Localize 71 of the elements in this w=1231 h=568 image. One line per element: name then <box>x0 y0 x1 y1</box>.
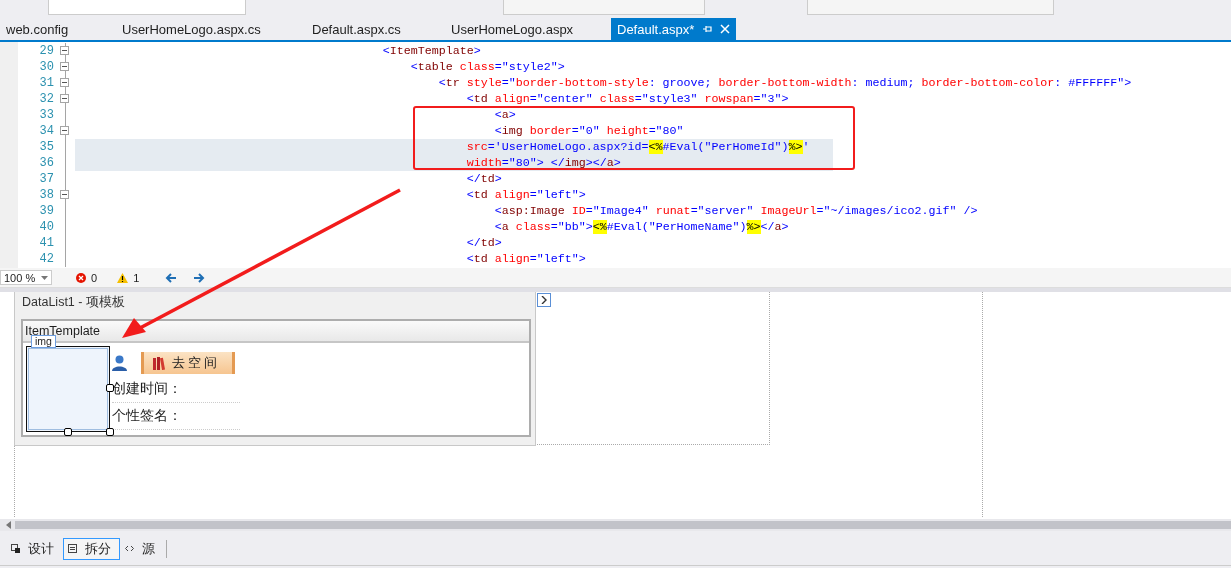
view-tab[interactable]: 源 <box>120 537 164 560</box>
line-number: 38 <box>38 188 54 202</box>
close-icon[interactable] <box>720 24 731 34</box>
zoom-value: 100 % <box>4 271 36 284</box>
split-view-icon <box>68 544 77 553</box>
line-number: 36 <box>38 156 54 170</box>
line-number: 30 <box>38 60 54 74</box>
line-number: 41 <box>38 236 54 250</box>
toolbar-field[interactable] <box>807 0 1054 15</box>
document-tab[interactable]: web.config <box>0 18 116 40</box>
panel-title: DataList1 - 项模板 <box>22 294 125 311</box>
go-space-button[interactable]: 去空间 <box>141 352 235 374</box>
image-placeholder[interactable] <box>26 346 110 432</box>
user-icon <box>112 355 127 371</box>
error-icon <box>76 272 86 283</box>
line-number: 39 <box>38 204 54 218</box>
design-view-icon <box>11 544 20 553</box>
collapse-icon[interactable] <box>60 190 69 199</box>
document-tab[interactable]: Default.aspx* <box>611 18 737 40</box>
pin-icon[interactable] <box>702 24 713 34</box>
code-view-icon <box>125 544 134 553</box>
toolbar-field[interactable] <box>48 0 246 15</box>
document-tab[interactable]: Default.aspx.cs <box>306 18 445 40</box>
caret-icon <box>41 275 48 280</box>
collapse-icon[interactable] <box>60 46 69 55</box>
chevron-right-icon <box>541 296 547 304</box>
error-count: 0 <box>91 271 98 284</box>
document-tab[interactable]: UserHomeLogo.aspx.cs <box>116 18 306 40</box>
forward-arrow-icon[interactable] <box>193 272 206 283</box>
code-line: <td align="left"> <box>465 187 587 203</box>
smart-tag-expander[interactable] <box>537 293 551 307</box>
code-line: </td> <box>465 171 503 187</box>
line-number: 34 <box>38 124 54 138</box>
code-line: <td align="center" class="style3" rowspan="3"> <box>465 91 790 107</box>
collapse-icon[interactable] <box>60 94 69 103</box>
line-number: 32 <box>38 92 54 106</box>
collapse-icon[interactable] <box>60 78 69 87</box>
view-tab[interactable]: 设计 <box>6 537 63 560</box>
code-line: </td> <box>465 235 503 251</box>
code-line: <asp:Image ID="Image4" runat="server" ImageUrl="~/images/ico2.gif" /> <box>493 203 979 219</box>
code-line: <a> <box>493 107 517 123</box>
view-tab[interactable]: 拆分 <box>63 537 120 560</box>
code-line: <img border="0" height="80" <box>493 123 685 139</box>
scroll-left-icon[interactable] <box>6 521 11 529</box>
code-line: <td align="left"> <box>465 251 587 267</box>
resize-handle[interactable] <box>106 384 114 392</box>
toolbar-field[interactable] <box>503 0 705 15</box>
line-number: 42 <box>38 252 54 266</box>
code-line: <tr style="border-bottom-style: groove; border-bottom-width: medium; border-bottom-color: #FFFFFF"> <box>437 75 1133 91</box>
line-number: 33 <box>38 108 54 122</box>
warning-count: 1 <box>133 271 140 284</box>
line-number: 37 <box>38 172 54 186</box>
collapse-icon[interactable] <box>60 62 69 71</box>
line-number: 31 <box>38 76 54 90</box>
code-line: <ItemTemplate> <box>381 43 482 59</box>
document-tab[interactable]: UserHomeLogo.aspx <box>445 18 611 40</box>
back-arrow-icon[interactable] <box>165 272 178 283</box>
horizontal-scrollbar[interactable] <box>15 521 1231 529</box>
template-title: ItemTemplate <box>25 324 101 338</box>
code-line: <table class="style2"> <box>409 59 566 75</box>
zoom-dropdown[interactable]: 100 % <box>0 270 52 285</box>
books-icon <box>152 356 166 370</box>
field-label: 个性签名： <box>112 403 240 430</box>
line-number: 29 <box>38 44 54 58</box>
resize-handle[interactable] <box>64 428 72 436</box>
warning-icon <box>117 272 129 283</box>
resize-handle[interactable] <box>106 428 114 436</box>
line-number: 40 <box>38 220 54 234</box>
element-tag: img <box>31 335 56 348</box>
line-number: 35 <box>38 140 54 154</box>
collapse-icon[interactable] <box>60 126 69 135</box>
